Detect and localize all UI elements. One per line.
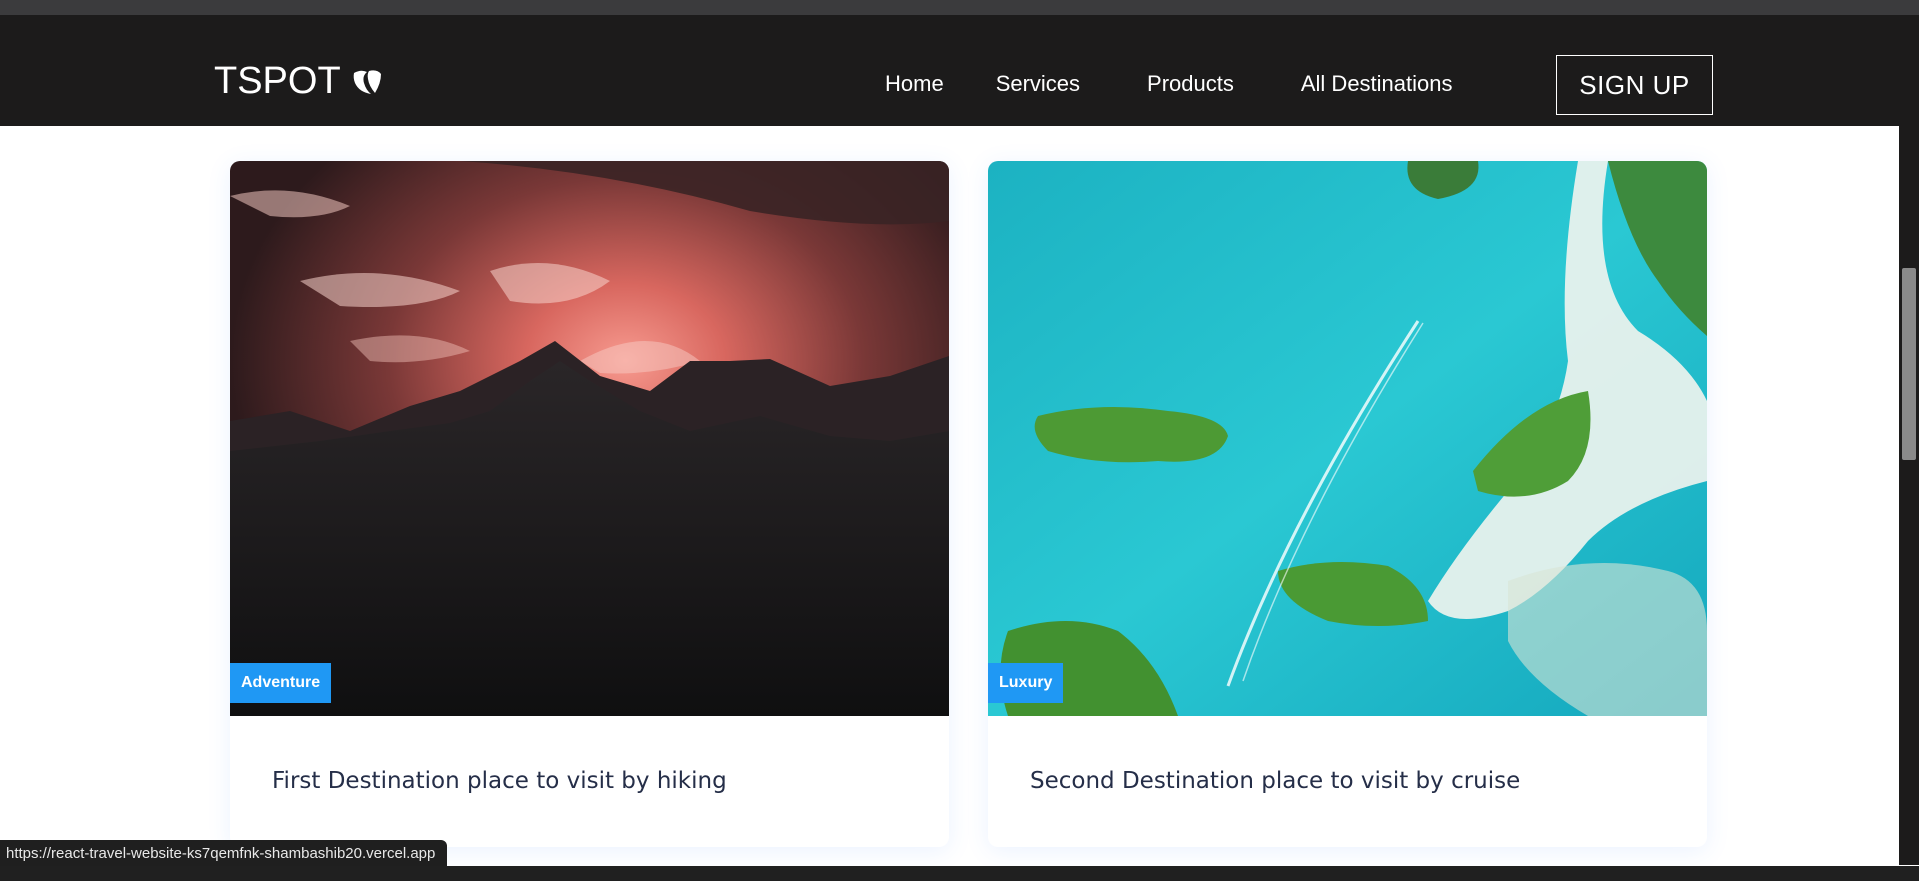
nav-all-destinations[interactable]: All Destinations [1301, 71, 1453, 97]
scrollbar-thumb[interactable] [1902, 268, 1916, 460]
nav-products[interactable]: Products [1147, 71, 1234, 97]
destination-card[interactable]: Luxury Second Destination place to visit… [988, 161, 1707, 847]
status-bar-url: https://react-travel-website-ks7qemfnk-s… [0, 840, 448, 867]
card-title: Second Destination place to visit by cru… [1030, 768, 1521, 794]
nav-home[interactable]: Home [885, 71, 944, 97]
browser-top-bar [0, 0, 1919, 15]
nav-links: Home Services Products All Destinations [885, 71, 1453, 97]
signup-button[interactable]: SIGN UP [1556, 55, 1713, 115]
mountain-sunset-image [230, 161, 949, 716]
destination-card[interactable]: Adventure First Destination place to vis… [230, 161, 949, 847]
logo-text: TSPOT [214, 60, 341, 102]
taskbar [0, 866, 1919, 881]
logo[interactable]: TSPOT [214, 60, 383, 103]
category-badge[interactable]: Adventure [230, 663, 332, 703]
card-title: First Destination place to visit by hiki… [272, 768, 727, 794]
category-badge[interactable]: Luxury [988, 663, 1064, 703]
nav-services[interactable]: Services [996, 71, 1080, 97]
tropical-islands-aerial-image [988, 161, 1707, 716]
navbar: TSPOT Home Services Products All Destina… [0, 15, 1899, 126]
typo3-logo-icon [353, 69, 381, 94]
